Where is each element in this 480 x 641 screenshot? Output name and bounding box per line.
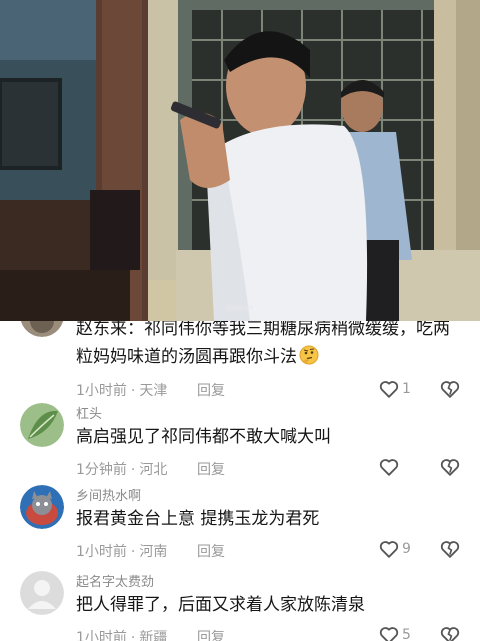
thinking-face-icon — [299, 345, 319, 365]
reply-button[interactable]: 回复 — [197, 541, 225, 561]
like-count: 1 — [402, 381, 411, 397]
dislike-button[interactable] — [439, 456, 461, 482]
heart-icon — [379, 541, 399, 558]
dislike-button[interactable] — [439, 624, 461, 641]
comment-text: 把人得罪了，后面又求着人家放陈清泉 — [76, 595, 365, 615]
comment-location: 天津 — [139, 383, 168, 399]
comment-time: 1小时前 — [76, 383, 127, 399]
comment-location: 新疆 — [139, 630, 168, 641]
dislike-button[interactable] — [439, 538, 461, 564]
comment-username[interactable]: 杠头 — [76, 403, 102, 422]
comment-meta: 1小时前 · 天津 — [76, 383, 168, 399]
comment-location: 河南 — [139, 544, 168, 560]
broken-heart-icon — [440, 459, 460, 476]
video-still-image: @nbnet — [0, 0, 480, 321]
comment-text: 赵东来：祁同伟你等我三期糖尿病稍微缓缓，吃两粒妈妈味道的汤圆再跟你斗法 — [76, 321, 450, 367]
reply-button[interactable]: 回复 — [197, 627, 225, 641]
comment-list[interactable]: 赵东来：祁同伟你等我三期糖尿病稍微缓缓，吃两粒妈妈味道的汤圆再跟你斗法 1小时前… — [0, 321, 480, 641]
heart-icon — [379, 459, 399, 476]
like-button[interactable] — [378, 456, 402, 478]
heart-icon — [379, 627, 399, 641]
comment-username[interactable]: 起名字太费劲 — [76, 571, 154, 590]
broken-heart-icon — [440, 627, 460, 641]
comment-item: 起名字太费劲 把人得罪了，后面又求着人家放陈清泉 1小时前 · 新疆 回复 5 — [0, 567, 480, 641]
broken-heart-icon — [440, 381, 460, 398]
comment-time: 1小时前 — [76, 544, 127, 560]
like-button[interactable]: 1 — [378, 378, 411, 400]
comment-meta: 1小时前 · 河南 — [76, 544, 168, 560]
comment-text: 高启强见了祁同伟都不敢大喊大叫 — [76, 427, 331, 447]
comment-time: 1小时前 — [76, 630, 127, 641]
comment-location: 河北 — [139, 462, 168, 478]
avatar[interactable] — [20, 571, 64, 615]
like-count: 9 — [402, 541, 411, 557]
comment-item: 乡间热水啊 报君黄金台上意 提携玉龙为君死 1小时前 · 河南 回复 9 — [0, 481, 480, 563]
reply-button[interactable]: 回复 — [197, 459, 225, 479]
video-watermark: @nbnet — [226, 304, 254, 312]
avatar[interactable] — [20, 485, 64, 529]
comment-meta: 1分钟前 · 河北 — [76, 462, 168, 478]
heart-icon — [379, 381, 399, 398]
like-count: 5 — [402, 627, 411, 641]
comment-meta: 1小时前 · 新疆 — [76, 627, 167, 641]
avatar[interactable] — [20, 403, 64, 447]
comment-username[interactable]: 乡间热水啊 — [76, 485, 141, 504]
avatar[interactable] — [20, 321, 64, 337]
like-button[interactable]: 9 — [378, 538, 411, 560]
comment-time: 1分钟前 — [76, 462, 127, 478]
reply-button[interactable]: 回复 — [197, 380, 225, 400]
comment-item: 杠头 高启强见了祁同伟都不敢大喊大叫 1分钟前 · 河北 回复 — [0, 399, 480, 481]
comment-text: 报君黄金台上意 提携玉龙为君死 — [76, 509, 320, 529]
like-button[interactable]: 5 — [378, 624, 411, 641]
broken-heart-icon — [440, 541, 460, 558]
video-frame[interactable]: @nbnet — [0, 0, 480, 321]
